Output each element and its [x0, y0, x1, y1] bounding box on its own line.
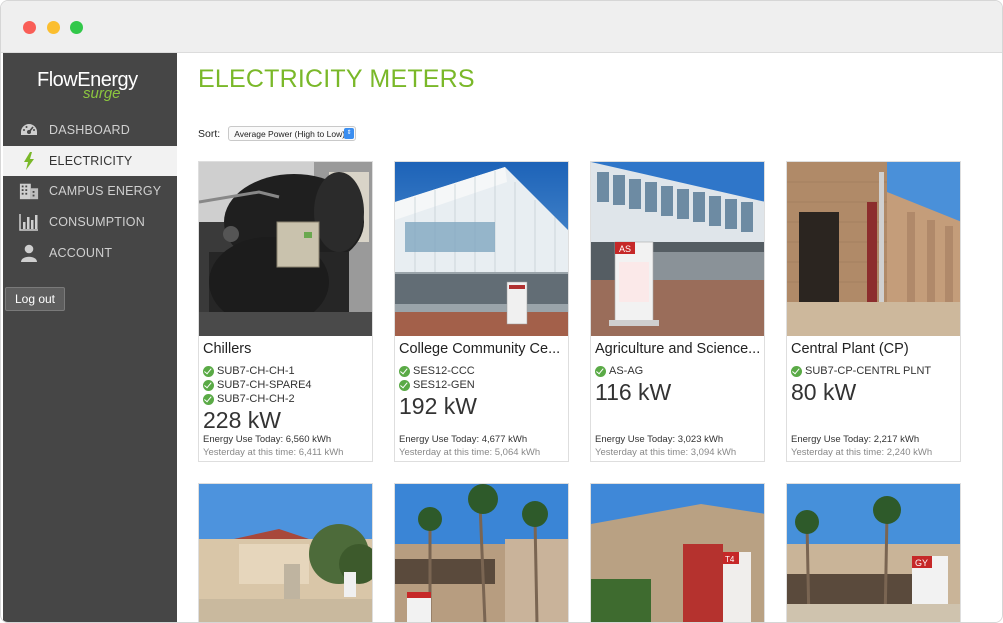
logo-sub-text: surge: [83, 85, 121, 102]
building-photo: [395, 484, 568, 622]
average-power: 116 kW: [595, 379, 672, 405]
building-sign-text: GY: [915, 558, 928, 568]
average-power: 228 kW: [203, 407, 281, 433]
meter-id: AS-AG: [609, 365, 644, 377]
building-sign-text: AS: [619, 244, 631, 254]
lightning-bolt-icon: [19, 151, 39, 171]
check-circle-icon: [791, 365, 802, 377]
meter-card-college-community-center[interactable]: College Community Ce... SES12-CCC SES12-…: [394, 161, 569, 462]
building-photo: GY: [787, 484, 960, 622]
meter-item: AS-AG: [595, 364, 643, 378]
meter-card-agriculture-and-science[interactable]: AS Agriculture and Science... AS-AG 116 …: [590, 161, 765, 462]
energy-yesterday: Yesterday at this time: 6,411 kWh: [203, 447, 344, 458]
meter-card-chillers[interactable]: Chillers SUB7-CH-CH-1 SUB7-CH-SPARE4 SUB…: [198, 161, 373, 462]
meter-id: SUB7-CH-CH-1: [217, 365, 295, 377]
energy-yesterday: Yesterday at this time: 3,094 kWh: [595, 447, 737, 458]
energy-yesterday: Yesterday at this time: 2,240 kWh: [791, 447, 933, 458]
select-arrows-icon: ⇕: [344, 128, 355, 139]
meter-item: SUB7-CH-SPARE4: [203, 378, 312, 392]
average-power: 80 kW: [791, 379, 857, 405]
sidebar: FlowEnergy surge DASHBOARD ELECTRICITY C…: [3, 53, 177, 622]
meter-card[interactable]: T4: [590, 483, 765, 622]
sidebar-item-electricity[interactable]: ELECTRICITY: [3, 146, 177, 176]
college-community-center-photo: [395, 162, 568, 336]
flowenergy-logo[interactable]: FlowEnergy surge: [37, 69, 157, 105]
sidebar-item-dashboard[interactable]: DASHBOARD: [3, 115, 177, 145]
meter-id: SES12-GEN: [413, 379, 475, 391]
close-window-button[interactable]: [23, 21, 36, 34]
meter-list: SES12-CCC SES12-GEN: [399, 364, 475, 392]
sidebar-item-label: DASHBOARD: [49, 123, 130, 137]
dashboard-gauge-icon: [19, 120, 39, 140]
check-circle-icon: [399, 379, 410, 391]
sidebar-item-label: ELECTRICITY: [49, 154, 133, 168]
sort-selected-value: Average Power (High to Low): [234, 128, 346, 139]
building-photo: [199, 484, 372, 622]
meter-card[interactable]: [394, 483, 569, 622]
meter-id: SUB7-CP-CENTRL PLNT: [805, 365, 932, 377]
user-icon: [19, 243, 39, 263]
card-name: College Community Ce...: [399, 341, 561, 357]
central-plant-photo: [787, 162, 960, 336]
logout-button[interactable]: Log out: [5, 287, 65, 311]
bar-chart-icon: [19, 212, 39, 232]
check-circle-icon: [203, 379, 214, 391]
minimize-window-button[interactable]: [47, 21, 60, 34]
sidebar-item-label: CONSUMPTION: [49, 215, 145, 229]
meter-card-central-plant[interactable]: Central Plant (CP) SUB7-CP-CENTRL PLNT 8…: [786, 161, 961, 462]
zoom-window-button[interactable]: [70, 21, 83, 34]
sort-label: Sort:: [198, 127, 221, 140]
browser-window: FlowEnergy surge DASHBOARD ELECTRICITY C…: [0, 0, 1003, 623]
meter-id: SES12-CCC: [413, 365, 475, 377]
meter-item: SUB7-CH-CH-2: [203, 392, 312, 406]
meter-list: SUB7-CP-CENTRL PLNT: [791, 364, 931, 378]
sidebar-item-label: ACCOUNT: [49, 246, 113, 260]
meter-list: AS-AG: [595, 364, 643, 378]
meter-item: SUB7-CP-CENTRL PLNT: [791, 364, 931, 378]
meter-card[interactable]: GY: [786, 483, 961, 622]
building-sign-text: T4: [725, 555, 735, 564]
check-circle-icon: [595, 365, 606, 377]
card-name: Central Plant (CP): [791, 341, 909, 357]
energy-use-today: Energy Use Today: 4,677 kWh: [399, 434, 528, 445]
main-content: ELECTRICITY METERS Sort: Average Power (…: [177, 53, 1002, 622]
energy-yesterday: Yesterday at this time: 5,064 kWh: [399, 447, 541, 458]
check-circle-icon: [399, 365, 410, 377]
card-name: Agriculture and Science...: [595, 341, 761, 357]
check-circle-icon: [203, 393, 214, 405]
sort-control: Sort: Average Power (High to Low) ⇕: [198, 126, 357, 141]
average-power: 192 kW: [399, 393, 477, 419]
building-icon: [19, 181, 39, 201]
energy-use-today: Energy Use Today: 2,217 kWh: [791, 434, 920, 445]
sidebar-item-campus-energy[interactable]: CAMPUS ENERGY: [3, 176, 177, 206]
chillers-photo: [199, 162, 372, 336]
card-name: Chillers: [203, 341, 252, 357]
meter-card[interactable]: [198, 483, 373, 622]
meter-item: SES12-GEN: [399, 378, 475, 392]
page-title: ELECTRICITY METERS: [198, 65, 475, 93]
meter-list: SUB7-CH-CH-1 SUB7-CH-SPARE4 SUB7-CH-CH-2: [203, 364, 312, 406]
meter-item: SUB7-CH-CH-1: [203, 364, 312, 378]
sort-select[interactable]: Average Power (High to Low) ⇕: [228, 126, 357, 141]
check-circle-icon: [203, 365, 214, 377]
meter-id: SUB7-CH-CH-2: [217, 393, 295, 405]
energy-use-today: Energy Use Today: 6,560 kWh: [203, 434, 332, 445]
agriculture-and-science-photo: AS: [591, 162, 764, 336]
building-photo: T4: [591, 484, 764, 622]
meter-id: SUB7-CH-SPARE4: [217, 379, 312, 391]
sidebar-item-consumption[interactable]: CONSUMPTION: [3, 207, 177, 237]
meter-item: SES12-CCC: [399, 364, 475, 378]
energy-use-today: Energy Use Today: 3,023 kWh: [595, 434, 724, 445]
sidebar-item-label: CAMPUS ENERGY: [49, 184, 162, 198]
window-titlebar: [1, 1, 1002, 53]
sidebar-item-account[interactable]: ACCOUNT: [3, 238, 177, 268]
